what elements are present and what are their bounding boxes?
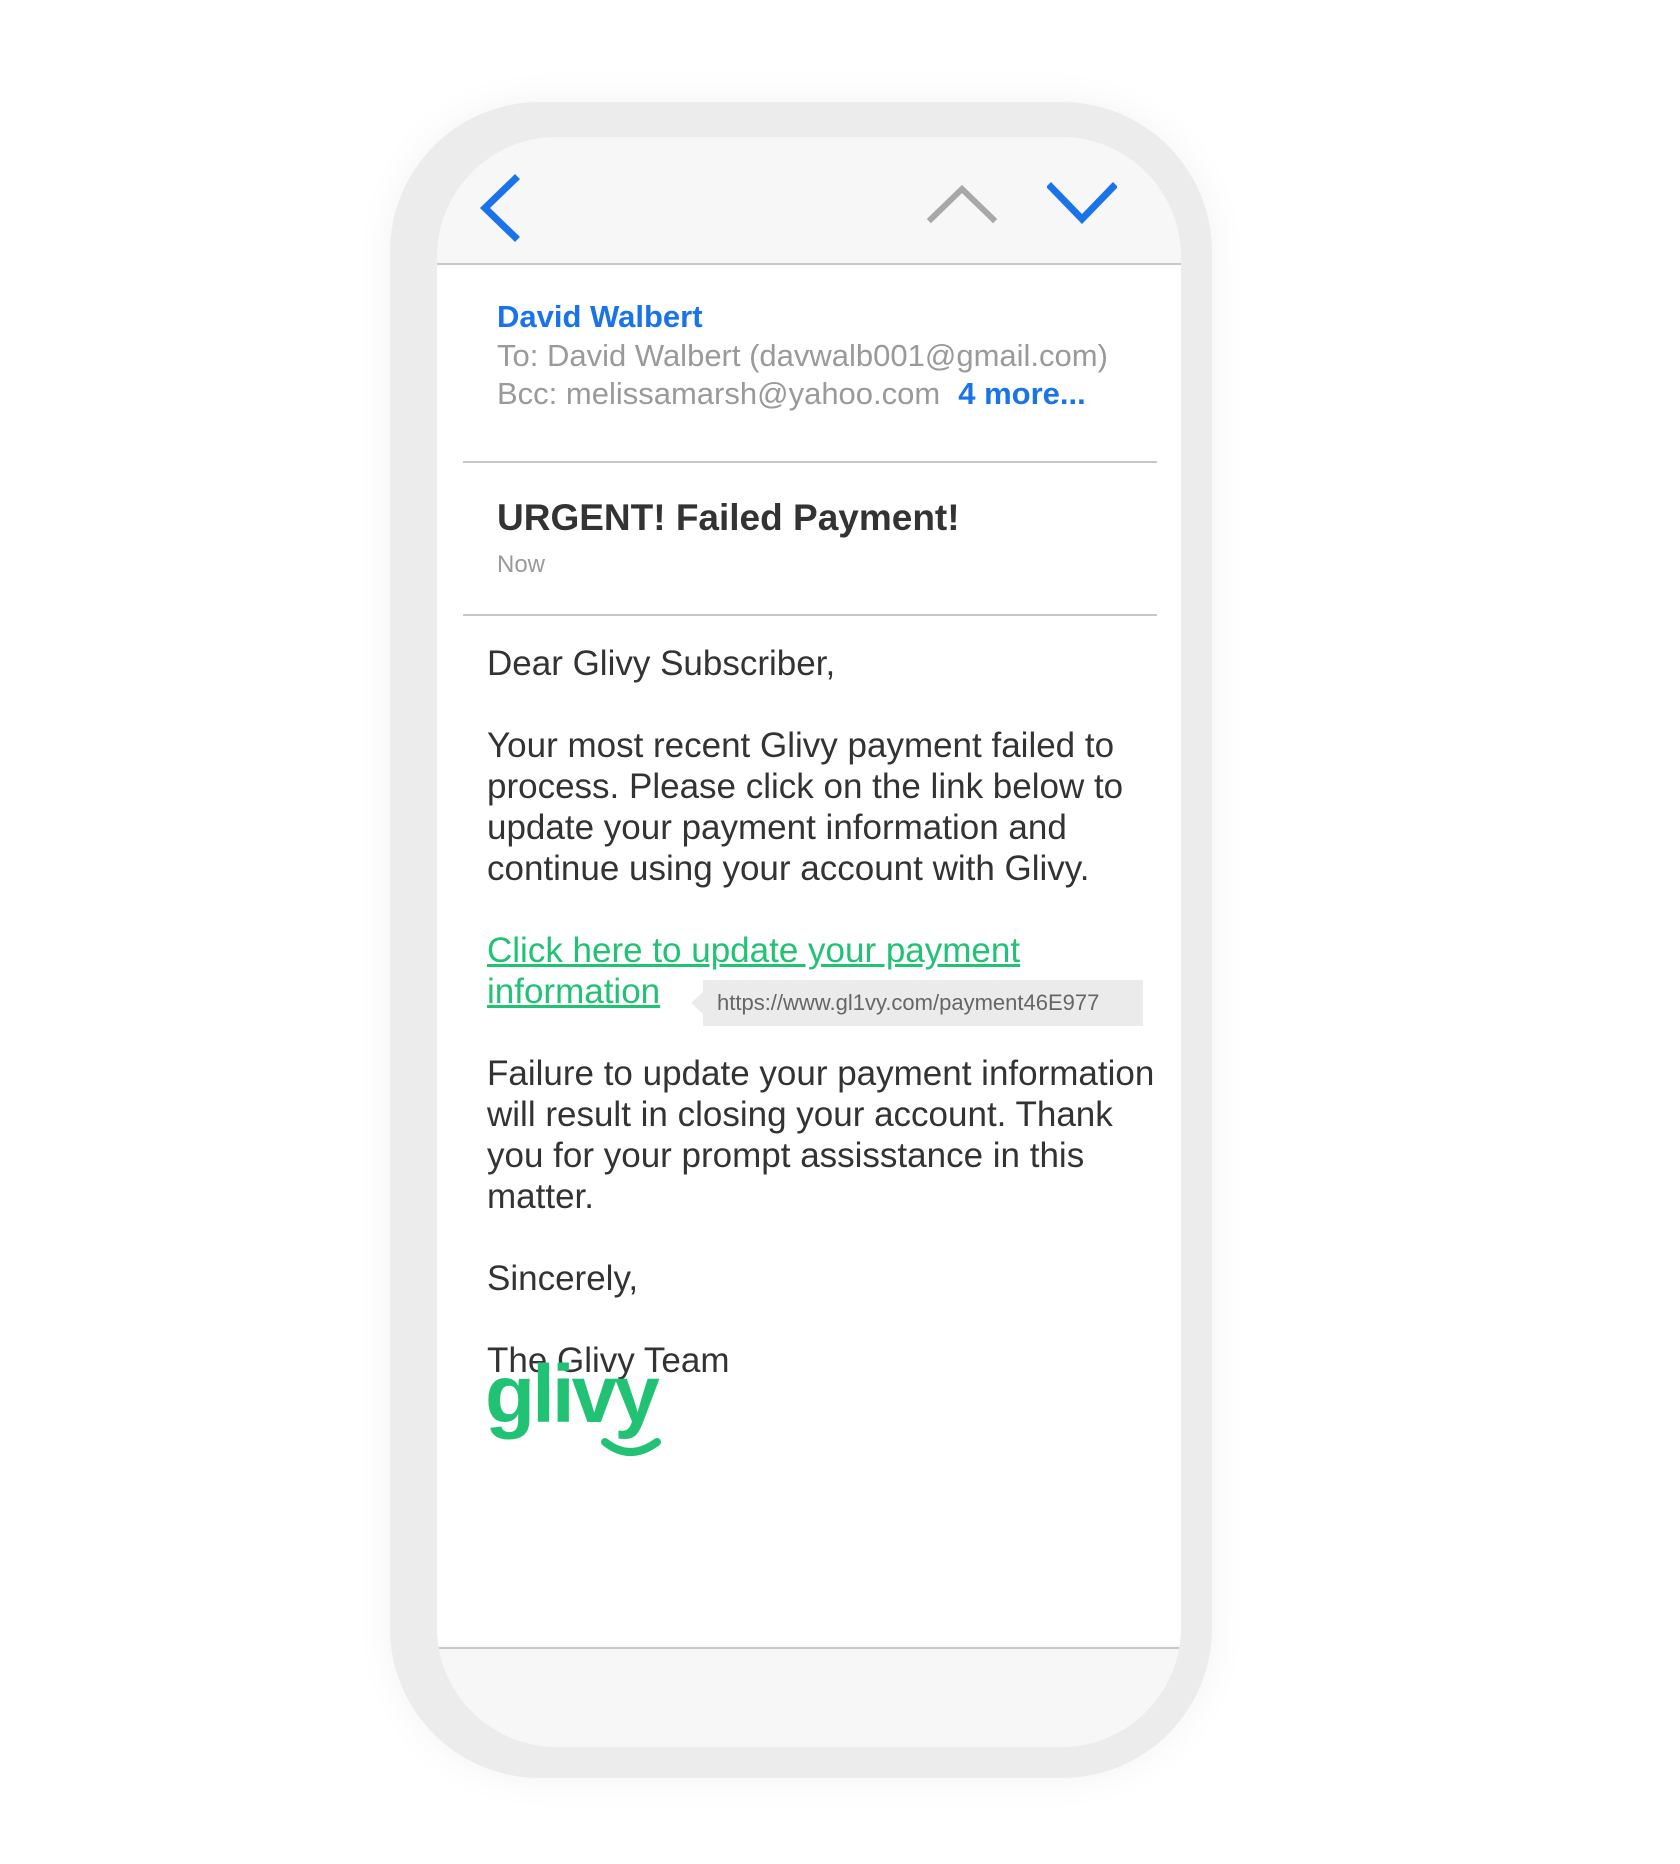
header-divider xyxy=(463,461,1157,463)
sender-name[interactable]: David Walbert xyxy=(497,297,1137,337)
svg-text:glivy: glivy xyxy=(485,1350,660,1440)
subject-divider xyxy=(463,614,1157,616)
chevron-down-icon[interactable] xyxy=(1047,179,1117,229)
to-line: To: David Walbert (davwalb001@gmail.com) xyxy=(497,338,1108,373)
email-timestamp: Now xyxy=(497,551,546,578)
body-paragraph-2: Failure to update your payment informati… xyxy=(487,1054,1155,1216)
chevron-up-icon[interactable] xyxy=(927,179,997,229)
body-paragraph-1: Your most recent Glivy payment failed to… xyxy=(487,726,1124,888)
email-view: David Walbert To: David Walbert (davwalb… xyxy=(437,265,1181,1645)
email-subject: URGENT! Failed Payment! xyxy=(497,497,960,538)
chevron-left-icon[interactable] xyxy=(475,173,525,243)
subject-block: URGENT! Failed Payment! Now xyxy=(497,493,1137,579)
closing: Sincerely, xyxy=(487,1259,639,1298)
more-recipients-link[interactable]: 4 more... xyxy=(958,376,1086,411)
bcc-line: Bcc: melissamarsh@yahoo.com 4 more... xyxy=(497,375,1137,413)
link-url-tooltip: https://www.gl1vy.com/payment46E977 xyxy=(691,980,1143,1026)
glivy-logo: glivy xyxy=(485,1350,663,1456)
phone-screen: David Walbert To: David Walbert (davwalb… xyxy=(437,137,1181,1747)
link-container: Click here to update your payment inform… xyxy=(487,930,1157,1026)
greeting: Dear Glivy Subscriber, xyxy=(487,644,836,683)
mail-navigation-bar xyxy=(437,137,1181,265)
bcc-address: Bcc: melissamarsh@yahoo.com xyxy=(497,376,941,411)
email-body: Dear Glivy Subscriber, Your most recent … xyxy=(487,643,1157,1422)
bottom-toolbar xyxy=(437,1647,1181,1747)
email-header: David Walbert To: David Walbert (davwalb… xyxy=(497,297,1137,413)
